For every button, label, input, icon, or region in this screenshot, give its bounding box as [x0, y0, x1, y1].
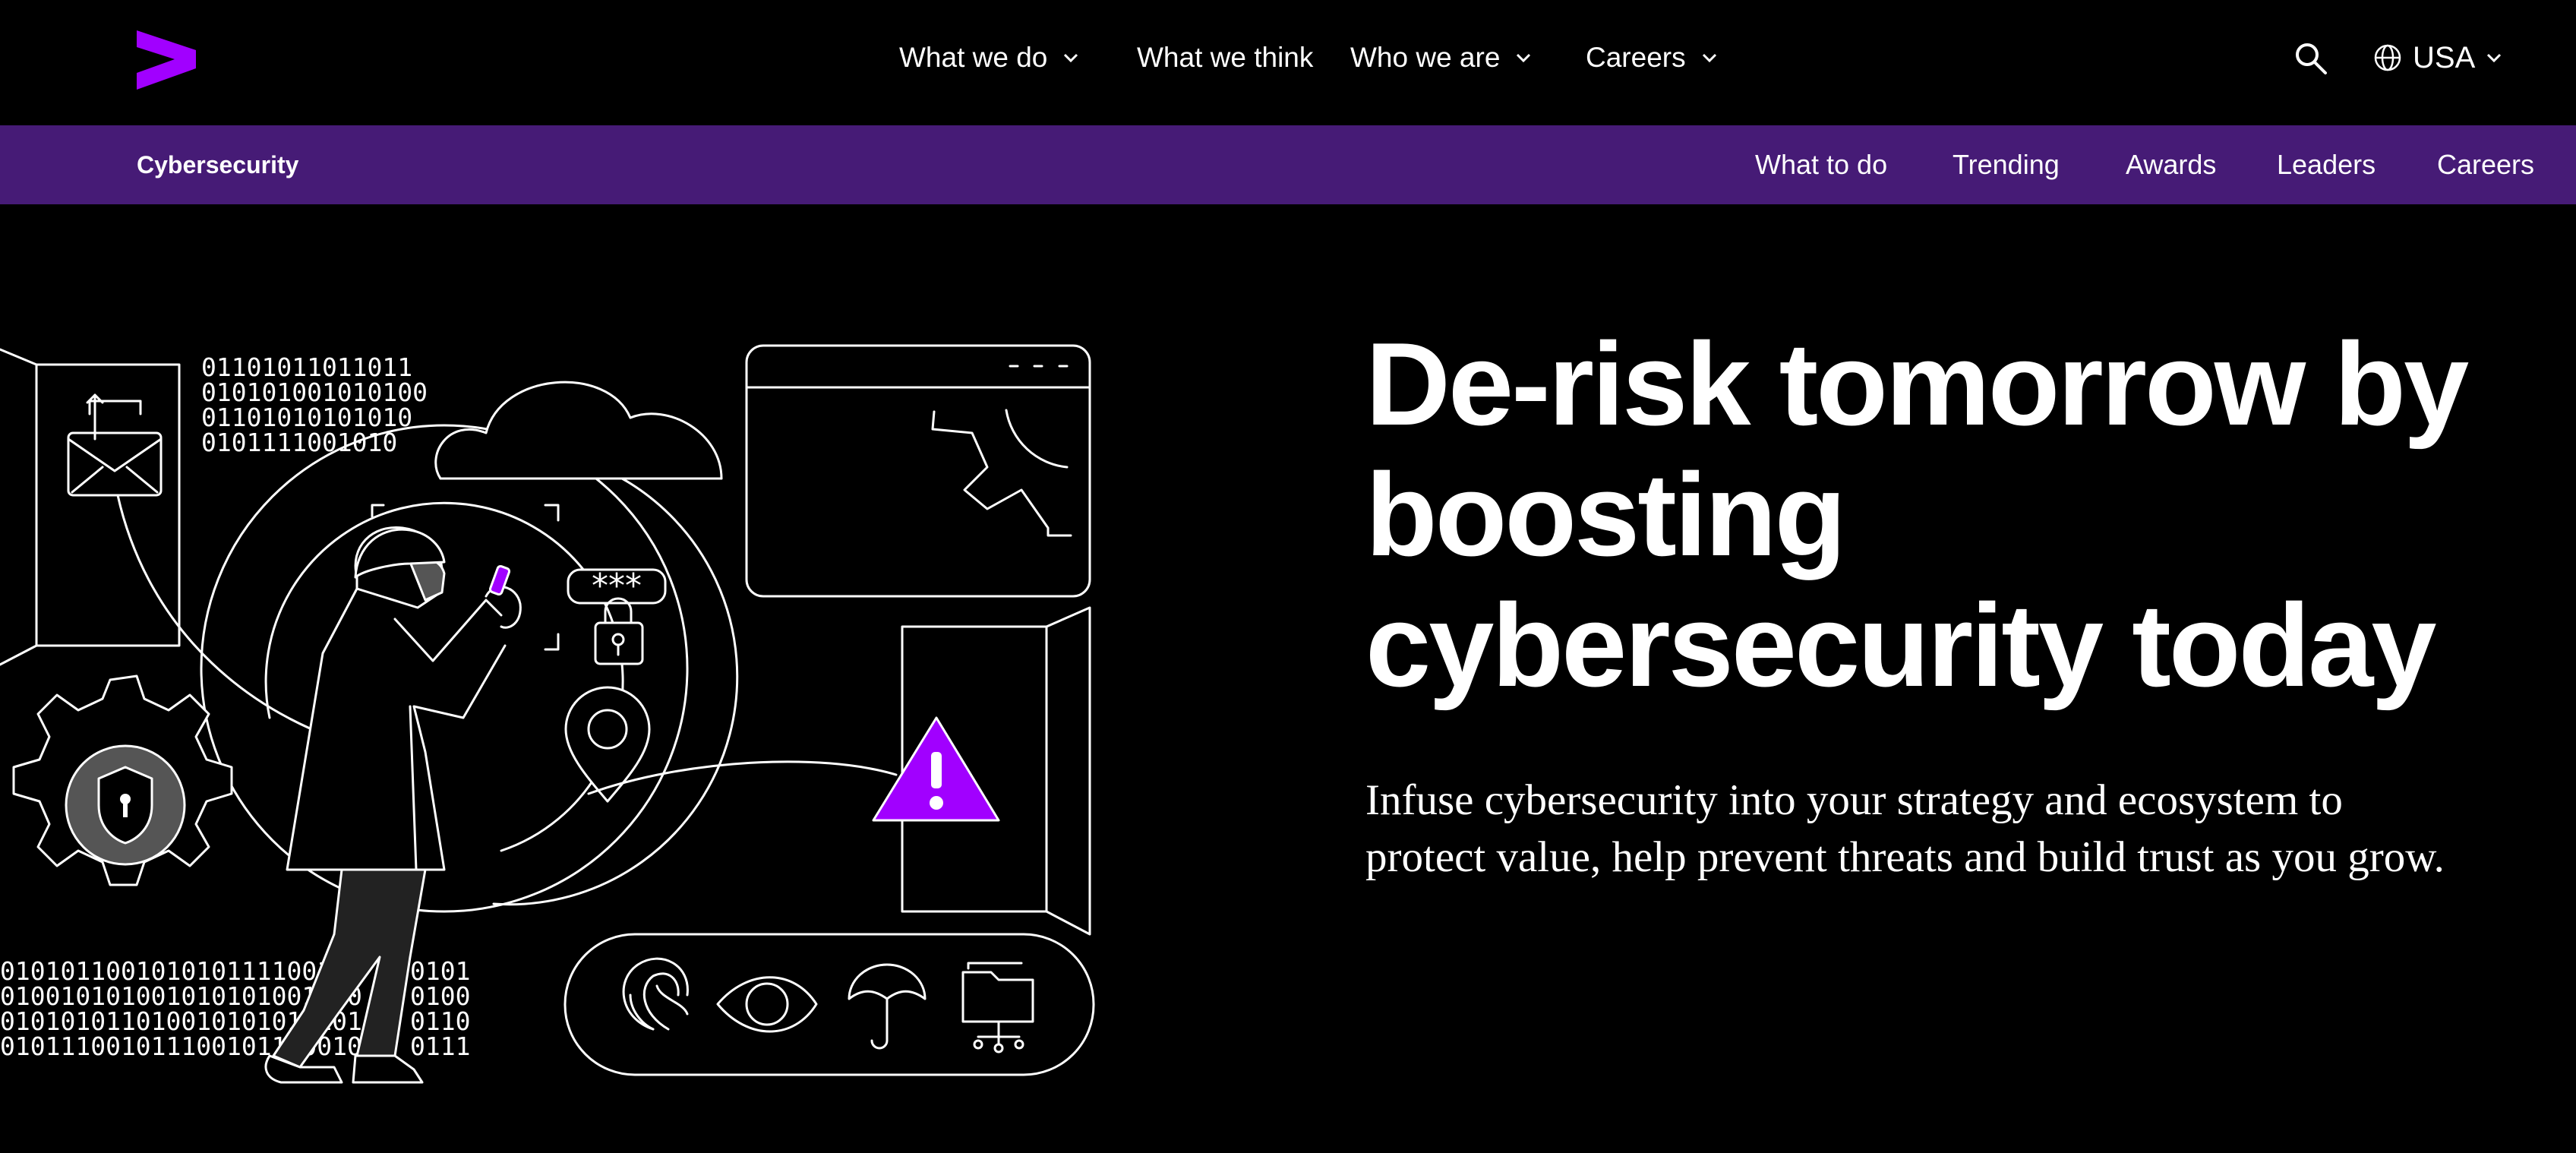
nav-item-label: Who we are — [1350, 42, 1501, 73]
nav-item-what-we-do[interactable]: What we do — [899, 36, 1081, 79]
subnav-item-awards[interactable]: Awards — [2126, 125, 2216, 204]
nav-item-careers[interactable]: Careers — [1586, 36, 1719, 79]
subnav-item-careers[interactable]: Careers — [2437, 125, 2534, 204]
binary-line: 0111 — [410, 1031, 470, 1061]
chevron-down-icon — [2487, 53, 2502, 63]
binary-code-right: 0101 0100 0110 0111 — [410, 956, 470, 1061]
security-tools-pill — [564, 933, 1095, 1076]
chevron-down-icon — [1064, 53, 1078, 63]
browser-window-illustration — [745, 344, 1091, 598]
chevron-down-icon — [1702, 53, 1716, 63]
section-title[interactable]: Cybersecurity — [137, 125, 298, 204]
nav-item-label: What we do — [899, 42, 1048, 73]
location-pin-icon — [564, 686, 651, 803]
binary-line: 0101111001010 — [201, 428, 397, 457]
globe-icon — [2374, 44, 2401, 71]
doorway-left — [0, 348, 181, 666]
nav-item-what-we-think[interactable]: What we think — [1137, 36, 1313, 79]
cloud-icon — [434, 381, 723, 480]
hero-headline: De-risk tomorrow by boosting cybersecuri… — [1365, 318, 2469, 711]
hero-description: Infuse cybersecurity into your strategy … — [1365, 776, 2445, 881]
top-navigation: What we do What we think Who we are Care… — [0, 0, 2576, 125]
subnav-item-what-to-do[interactable]: What to do — [1755, 125, 1887, 204]
accenture-logo[interactable] — [135, 29, 197, 91]
warning-icon — [872, 716, 1000, 822]
section-subnavigation: Cybersecurity What to do Trending Awards… — [0, 125, 2576, 204]
binary-code-top: 01101011011011 010101001010100 011010101… — [201, 352, 428, 457]
language-selector[interactable]: USA — [2373, 36, 2504, 79]
cybersecurity-illustration: 01101011011011 010101001010100 011010101… — [0, 344, 1095, 1084]
subnav-item-leaders[interactable]: Leaders — [2277, 125, 2376, 204]
search-icon[interactable] — [2292, 39, 2330, 77]
padlock-icon — [594, 597, 644, 665]
subnav-item-trending[interactable]: Trending — [1953, 125, 2060, 204]
nav-item-who-we-are[interactable]: Who we are — [1350, 36, 1533, 79]
language-label: USA — [2413, 40, 2476, 74]
nav-item-label: Careers — [1586, 42, 1686, 73]
shield-gear-icon — [12, 674, 233, 886]
envelope-upload-icon — [67, 393, 163, 497]
nav-item-label: What we think — [1137, 42, 1314, 73]
chevron-down-icon — [1517, 53, 1531, 63]
